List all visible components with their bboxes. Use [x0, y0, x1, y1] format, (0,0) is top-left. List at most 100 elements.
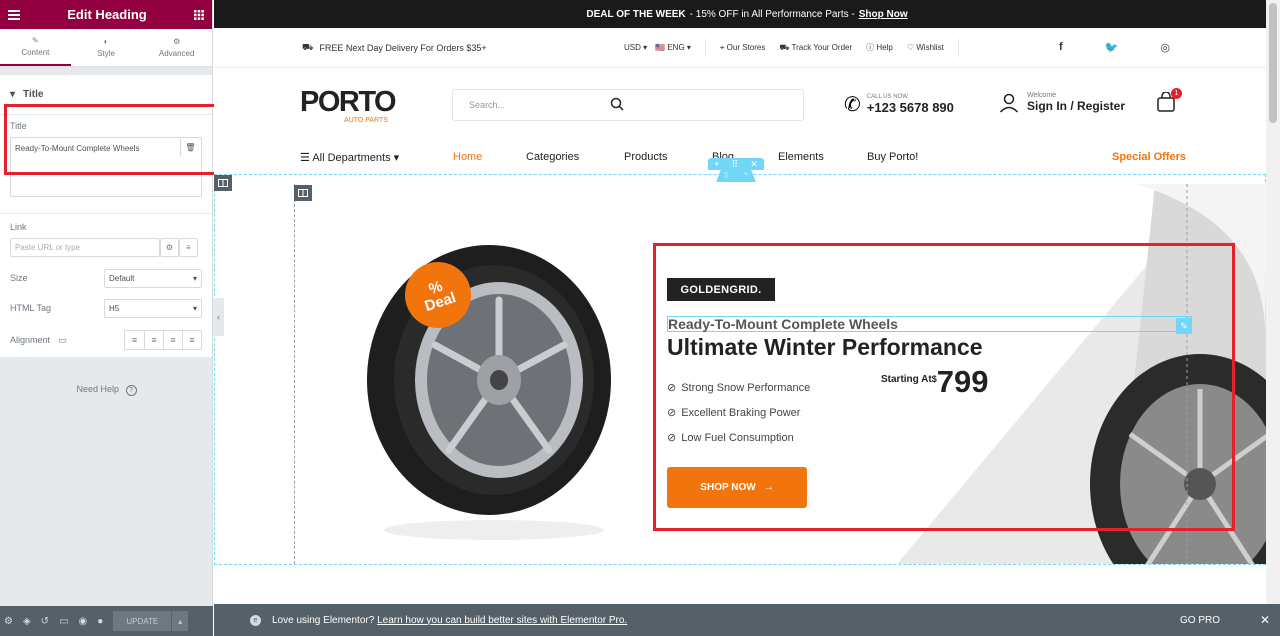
- search-icon[interactable]: [610, 97, 624, 111]
- alignment-group: ≡ ≡ ≡ ≡: [124, 330, 202, 350]
- phone-icon: ✆: [844, 94, 861, 116]
- go-pro-link[interactable]: GO PRO: [1180, 615, 1220, 626]
- help-link[interactable]: ⓘ Help: [866, 42, 893, 53]
- nav-home[interactable]: Home: [453, 151, 482, 163]
- badge-deal: Deal: [422, 289, 459, 316]
- update-options-icon[interactable]: ▴: [172, 611, 189, 631]
- hamburger-menu-icon[interactable]: [8, 9, 20, 20]
- settings-icon[interactable]: ⚙: [4, 616, 13, 627]
- tab-content[interactable]: ✎ Content: [0, 29, 71, 66]
- html-tag-row: HTML Tag H5 ▾: [0, 293, 212, 323]
- close-icon[interactable]: ✕: [1260, 613, 1270, 627]
- size-row: Size Default ▾: [0, 263, 212, 293]
- cart-button[interactable]: 1: [1156, 88, 1182, 117]
- tab-label: Advanced: [158, 49, 195, 58]
- promo-message: Love using Elementor? Learn how you can …: [272, 615, 627, 626]
- language-value: ENG: [667, 43, 685, 52]
- highlight-banner-content: [653, 243, 1235, 531]
- nav-buy-porto[interactable]: Buy Porto!: [867, 151, 918, 163]
- desktop-icon[interactable]: ▭: [59, 335, 68, 345]
- social-links: f 🐦 ◎: [1059, 41, 1170, 54]
- close-icon[interactable]: ✕: [750, 159, 758, 170]
- tab-advanced[interactable]: ⚙ Advanced: [141, 29, 212, 66]
- promo-link[interactable]: Learn how you can build better sites wit…: [377, 615, 627, 626]
- wishlist-link[interactable]: ♡ Wishlist: [907, 43, 944, 52]
- track-order-link[interactable]: ⛟ Track Your Order: [779, 43, 852, 53]
- link-field: Link Paste URL or type ⚙ ≡: [0, 213, 212, 263]
- link-settings-icon[interactable]: ⚙: [160, 238, 179, 257]
- publish-icon[interactable]: ●: [97, 616, 103, 627]
- all-departments-menu[interactable]: ☰ All Departments ▾: [300, 151, 399, 164]
- widgets-grid-icon[interactable]: [193, 9, 204, 20]
- search-input[interactable]: Search...: [452, 89, 804, 121]
- size-select[interactable]: Default ▾: [104, 268, 202, 288]
- layers-icon[interactable]: ◈: [23, 616, 31, 627]
- size-value: Default: [109, 273, 135, 283]
- chevron-down-icon: ▾: [192, 273, 197, 283]
- elementor-promo-bar: e Love using Elementor? Learn how you ca…: [214, 604, 1280, 636]
- site-header: PORTO AUTO PARTS Search... ✆ CALL US NOW…: [214, 68, 1280, 140]
- utility-bar: ⛟ FREE Next Day Delivery For Orders $35+…: [214, 28, 1280, 68]
- align-right-icon[interactable]: ≡: [163, 331, 182, 349]
- tab-style[interactable]: ◐ Style: [71, 29, 142, 66]
- currency-select[interactable]: USD ▾: [624, 43, 647, 52]
- currency-value: USD: [624, 43, 641, 52]
- html-tag-value: H5: [109, 303, 120, 313]
- nav-products[interactable]: Products: [624, 151, 667, 163]
- preview-eye-icon[interactable]: ◉: [79, 616, 88, 627]
- question-icon: ?: [125, 385, 137, 396]
- heart-icon: ♡: [906, 43, 914, 52]
- elementor-logo-icon: e: [250, 614, 261, 626]
- wishlist-label: Wishlist: [916, 43, 944, 52]
- sign-in-register: Sign In / Register: [1027, 99, 1126, 113]
- truck-icon: ⛟: [779, 42, 790, 52]
- language-select[interactable]: 🇺🇸 ENG ▾: [655, 43, 691, 52]
- panel-tabs: ✎ Content ◐ Style ⚙ Advanced: [0, 29, 212, 67]
- history-icon[interactable]: ↺: [41, 616, 49, 627]
- promo-text: Love using Elementor?: [272, 614, 378, 626]
- caret-down-icon: ▾: [10, 89, 16, 100]
- nav-special-offers[interactable]: Special Offers: [1112, 151, 1186, 163]
- html-tag-select[interactable]: H5 ▾: [104, 298, 202, 318]
- our-stores-link[interactable]: ⌖ Our Stores: [720, 43, 765, 53]
- instagram-icon[interactable]: ◎: [1160, 41, 1170, 54]
- size-label: Size: [10, 273, 28, 283]
- twitter-icon[interactable]: 🐦: [1105, 41, 1119, 54]
- panel-footer: ⚙ ◈ ↺ ▭ ◉ ● UPDATE ▴: [0, 606, 213, 636]
- drag-handle-icon[interactable]: ⠿: [732, 159, 739, 170]
- collapse-panel-icon[interactable]: ‹: [213, 298, 224, 336]
- our-stores-label: Our Stores: [726, 42, 766, 52]
- link-input[interactable]: Paste URL or type: [10, 238, 160, 257]
- panel-header: Edit Heading: [0, 0, 212, 29]
- site-logo[interactable]: PORTO AUTO PARTS: [300, 86, 397, 124]
- call-us[interactable]: ✆ CALL US NOW +123 5678 890: [844, 92, 954, 117]
- shop-now-link[interactable]: Shop Now: [859, 9, 908, 20]
- tire-image: [359, 245, 619, 550]
- gear-icon: ⚙: [173, 37, 181, 46]
- nav-elements[interactable]: Elements: [778, 151, 824, 163]
- need-help-link[interactable]: Need Help ?: [0, 384, 213, 396]
- responsive-icon[interactable]: ▭: [59, 616, 68, 627]
- account-link[interactable]: Welcome Sign In / Register: [999, 92, 1125, 113]
- scrollbar[interactable]: [1266, 0, 1280, 604]
- track-order-label: Track Your Order: [791, 42, 853, 52]
- cart-count-badge: 1: [1171, 88, 1182, 99]
- pencil-icon: ✎: [31, 36, 39, 45]
- truck-icon: ⛟: [302, 41, 314, 52]
- nav-categories[interactable]: Categories: [526, 151, 579, 163]
- column-handle-icon[interactable]: [214, 175, 232, 191]
- search-placeholder: Search...: [469, 100, 506, 110]
- help-label: Help: [876, 43, 893, 52]
- column-handle-icon[interactable]: [294, 185, 312, 201]
- alignment-label: Alignment: [10, 334, 51, 345]
- align-center-icon[interactable]: ≡: [144, 331, 163, 349]
- add-section-icon[interactable]: +: [714, 159, 719, 169]
- deal-bar: DEAL OF THE WEEK - 15% OFF in All Perfor…: [214, 0, 1280, 28]
- facebook-icon[interactable]: f: [1059, 41, 1063, 54]
- scrollbar-thumb[interactable]: [1269, 3, 1277, 123]
- align-left-icon[interactable]: ≡: [125, 331, 144, 349]
- dynamic-tags-icon[interactable]: ≡: [179, 238, 198, 257]
- deal-text: - 15% OFF in All Performance Parts -: [689, 8, 855, 20]
- update-button[interactable]: UPDATE: [113, 611, 172, 631]
- align-justify-icon[interactable]: ≡: [182, 331, 201, 349]
